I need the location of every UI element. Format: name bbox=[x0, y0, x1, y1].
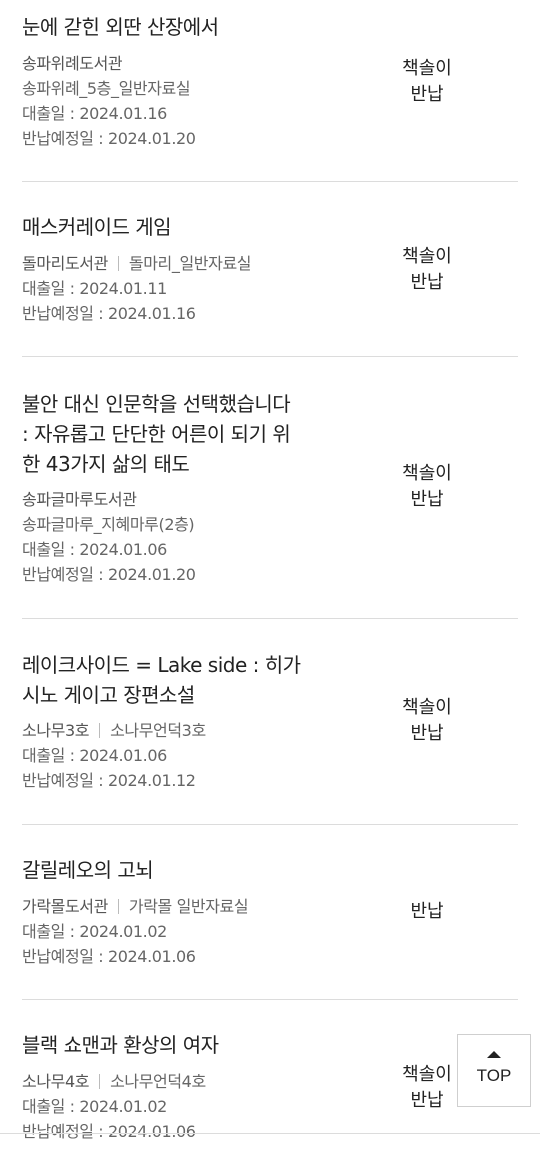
library-line: 소나무4호 소나무언덕4호 bbox=[22, 1069, 382, 1094]
divider bbox=[22, 356, 518, 357]
book-title-line: 눈에 갇힌 외딴 산장에서 bbox=[22, 15, 219, 39]
loan-date: 대출일 : 2024.01.11 bbox=[22, 279, 167, 298]
library-room: 가락몰 일반자료실 bbox=[128, 897, 249, 916]
library-name: 돌마리도서관 bbox=[22, 254, 108, 273]
book-title-line: 레이크사이드 = Lake side : 히가 bbox=[22, 653, 301, 677]
return-state: 반납 bbox=[410, 723, 444, 744]
book-title[interactable]: 눈에 갇힌 외딴 산장에서 bbox=[22, 12, 322, 42]
scroll-to-top-button[interactable]: TOP bbox=[457, 1034, 531, 1107]
book-title-line: 매스커레이드 게임 bbox=[22, 215, 172, 239]
divider bbox=[22, 824, 518, 825]
library-room: 소나무언덕4호 bbox=[110, 1072, 206, 1091]
separator bbox=[99, 723, 101, 738]
book-title-line: 시노 게이고 장편소설 bbox=[22, 683, 195, 707]
book-title[interactable]: 블랙 쇼맨과 환상의 여자 bbox=[22, 1030, 322, 1060]
return-method: 책솔이 bbox=[402, 463, 452, 484]
loan-date: 대출일 : 2024.01.06 bbox=[22, 540, 167, 559]
library-room: 소나무언덕3호 bbox=[110, 721, 206, 740]
return-state: 반납 bbox=[410, 901, 444, 922]
library-room: 송파글마루_지혜마루(2층) bbox=[22, 515, 195, 534]
divider bbox=[22, 618, 518, 619]
return-method: 책솔이 bbox=[402, 697, 452, 718]
due-date: 반납예정일 : 2024.01.06 bbox=[22, 1122, 196, 1141]
divider bbox=[22, 181, 518, 182]
return-status: 책솔이 반납 bbox=[382, 56, 472, 108]
library-info: 가락몰도서관 가락몰 일반자료실 대출일 : 2024.01.02 반납예정일 :… bbox=[22, 894, 382, 969]
book-title[interactable]: 갈릴레오의 고뇌 bbox=[22, 855, 322, 885]
loan-date: 대출일 : 2024.01.16 bbox=[22, 104, 167, 123]
due-date: 반납예정일 : 2024.01.16 bbox=[22, 304, 196, 323]
due-date: 반납예정일 : 2024.01.20 bbox=[22, 565, 196, 584]
return-state: 반납 bbox=[410, 84, 444, 105]
separator bbox=[117, 256, 119, 271]
library-name: 소나무4호 bbox=[22, 1072, 90, 1091]
due-date: 반납예정일 : 2024.01.06 bbox=[22, 947, 196, 966]
book-title[interactable]: 매스커레이드 게임 bbox=[22, 212, 322, 242]
separator bbox=[117, 899, 119, 914]
library-name: 송파위례도서관 bbox=[22, 54, 123, 73]
library-room: 송파위례_5층_일반자료실 bbox=[22, 79, 191, 98]
library-info: 송파글마루도서관 송파글마루_지혜마루(2층) 대출일 : 2024.01.06… bbox=[22, 487, 382, 587]
loan-date: 대출일 : 2024.01.02 bbox=[22, 922, 167, 941]
library-name: 송파글마루도서관 bbox=[22, 490, 137, 509]
arrow-up-icon bbox=[487, 1051, 501, 1058]
book-title[interactable]: 불안 대신 인문학을 선택했습니다 : 자유롭고 단단한 어른이 되기 위 한 … bbox=[22, 389, 322, 479]
book-title-line: 불안 대신 인문학을 선택했습니다 bbox=[22, 392, 291, 416]
return-state: 반납 bbox=[410, 489, 444, 510]
loan-history-page: 눈에 갇힌 외딴 산장에서 송파위례도서관 송파위례_5층_일반자료실 대출일 … bbox=[0, 0, 540, 1153]
library-room: 돌마리_일반자료실 bbox=[128, 254, 252, 273]
return-status: 책솔이 반납 bbox=[382, 461, 472, 513]
book-title-line: : 자유롭고 단단한 어른이 되기 위 bbox=[22, 422, 291, 446]
library-line: 돌마리도서관 돌마리_일반자료실 bbox=[22, 251, 382, 276]
due-date: 반납예정일 : 2024.01.12 bbox=[22, 771, 196, 790]
separator bbox=[99, 1074, 101, 1089]
return-status: 책솔이 반납 bbox=[382, 244, 472, 296]
library-name: 소나무3호 bbox=[22, 721, 90, 740]
book-title-line: 갈릴레오의 고뇌 bbox=[22, 858, 154, 882]
book-title[interactable]: 레이크사이드 = Lake side : 히가 시노 게이고 장편소설 bbox=[22, 650, 322, 710]
due-date: 반납예정일 : 2024.01.20 bbox=[22, 129, 196, 148]
return-status: 책솔이 반납 bbox=[382, 695, 472, 747]
library-info: 소나무3호 소나무언덕3호 대출일 : 2024.01.06 반납예정일 : 20… bbox=[22, 718, 382, 793]
library-name: 가락몰도서관 bbox=[22, 897, 108, 916]
book-title-line: 블랙 쇼맨과 환상의 여자 bbox=[22, 1033, 219, 1057]
book-title-line: 한 43가지 삶의 태도 bbox=[22, 452, 190, 476]
library-line: 가락몰도서관 가락몰 일반자료실 bbox=[22, 894, 382, 919]
library-info: 송파위례도서관 송파위례_5층_일반자료실 대출일 : 2024.01.16 반… bbox=[22, 51, 382, 151]
return-status: 반납 bbox=[382, 899, 472, 925]
library-info: 돌마리도서관 돌마리_일반자료실 대출일 : 2024.01.11 반납예정일 :… bbox=[22, 251, 382, 326]
library-line: 소나무3호 소나무언덕3호 bbox=[22, 718, 382, 743]
return-method: 책솔이 bbox=[402, 246, 452, 267]
loan-date: 대출일 : 2024.01.06 bbox=[22, 746, 167, 765]
divider bbox=[22, 999, 518, 1000]
return-method: 책솔이 bbox=[402, 58, 452, 79]
loan-date: 대출일 : 2024.01.02 bbox=[22, 1097, 167, 1116]
return-state: 반납 bbox=[410, 272, 444, 293]
bottom-bar-divider bbox=[0, 1133, 540, 1134]
scroll-to-top-label: TOP bbox=[476, 1066, 512, 1085]
